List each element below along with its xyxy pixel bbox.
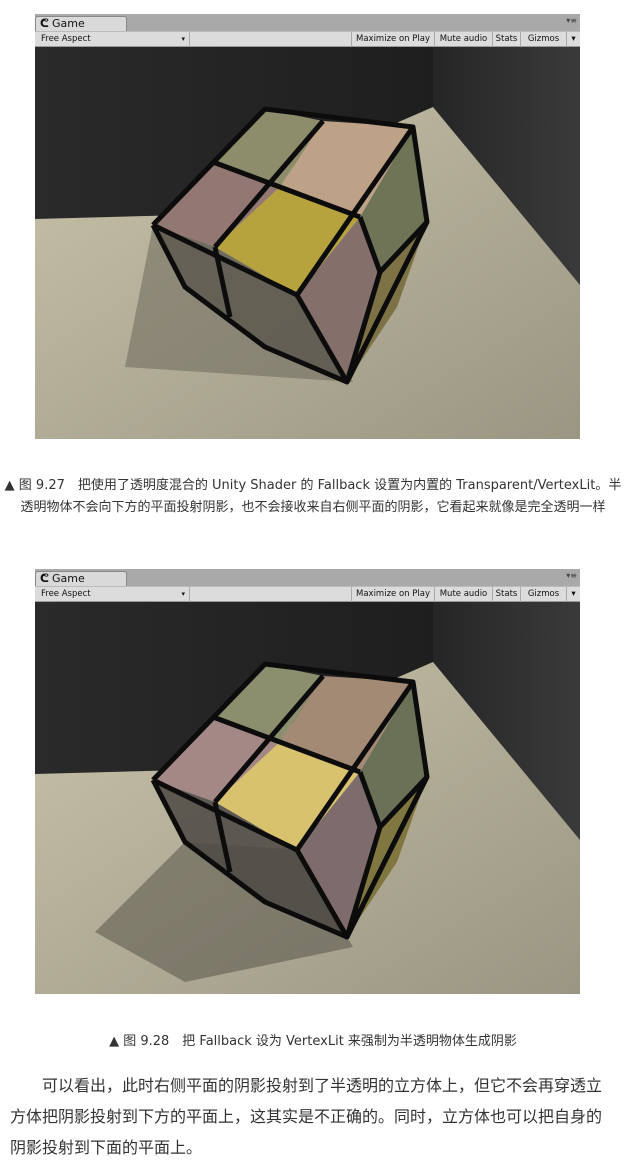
gizmos-button[interactable]: Gizmos <box>520 32 566 47</box>
unity-icon: ᕦ <box>40 17 49 30</box>
gizmos-button[interactable]: Gizmos <box>520 587 566 602</box>
scene-render-1 <box>35 47 580 439</box>
unity-icon: ᕦ <box>40 572 49 585</box>
aspect-dropdown[interactable]: Free Aspect ▾ <box>35 587 190 602</box>
scene-render-2 <box>35 602 580 994</box>
figure-caption-9-27: ▲ 图 9.27 把使用了透明度混合的 Unity Shader 的 Fallb… <box>4 478 622 515</box>
gizmos-dropdown-icon[interactable]: ▾ <box>566 587 580 602</box>
game-viewport[interactable] <box>35 602 580 994</box>
game-tab[interactable]: ᕦ Game <box>35 16 127 31</box>
game-view-panel-1: ᕦ Game ▾≡ Free Aspect ▾ Maximize on Play M… <box>35 14 580 439</box>
stats-button[interactable]: Stats <box>492 32 520 47</box>
gizmos-dropdown-icon[interactable]: ▾ <box>566 32 580 47</box>
panel-menu-icon[interactable]: ▾≡ <box>566 571 577 580</box>
mute-audio-button[interactable]: Mute audio <box>434 32 492 47</box>
chevron-down-icon: ▾ <box>181 590 185 598</box>
maximize-on-play-button[interactable]: Maximize on Play <box>351 32 434 47</box>
maximize-on-play-button[interactable]: Maximize on Play <box>351 587 434 602</box>
game-tab[interactable]: ᕦ Game <box>35 571 127 586</box>
aspect-dropdown[interactable]: Free Aspect ▾ <box>35 32 190 47</box>
tab-bar: ᕦ Game ▾≡ <box>35 14 580 31</box>
chevron-down-icon: ▾ <box>181 35 185 43</box>
mute-audio-button[interactable]: Mute audio <box>434 587 492 602</box>
game-viewport[interactable] <box>35 47 580 439</box>
game-toolbar: Free Aspect ▾ Maximize on Play Mute audio… <box>35 31 580 47</box>
game-view-panel-2: ᕦ Game ▾≡ Free Aspect ▾ Maximize on Play M… <box>35 569 580 994</box>
game-toolbar: Free Aspect ▾ Maximize on Play Mute audio… <box>35 586 580 602</box>
body-paragraph: 可以看出，此时右侧平面的阴影投射到了半透明的立方体上，但它不会再穿透立方体把阴影… <box>10 1076 603 1157</box>
stats-button[interactable]: Stats <box>492 587 520 602</box>
figure-caption-9-28: ▲ 图 9.28 把 Fallback 设为 VertexLit 来强制为半透明… <box>109 1034 517 1049</box>
panel-menu-icon[interactable]: ▾≡ <box>566 16 577 25</box>
tab-bar: ᕦ Game ▾≡ <box>35 569 580 586</box>
